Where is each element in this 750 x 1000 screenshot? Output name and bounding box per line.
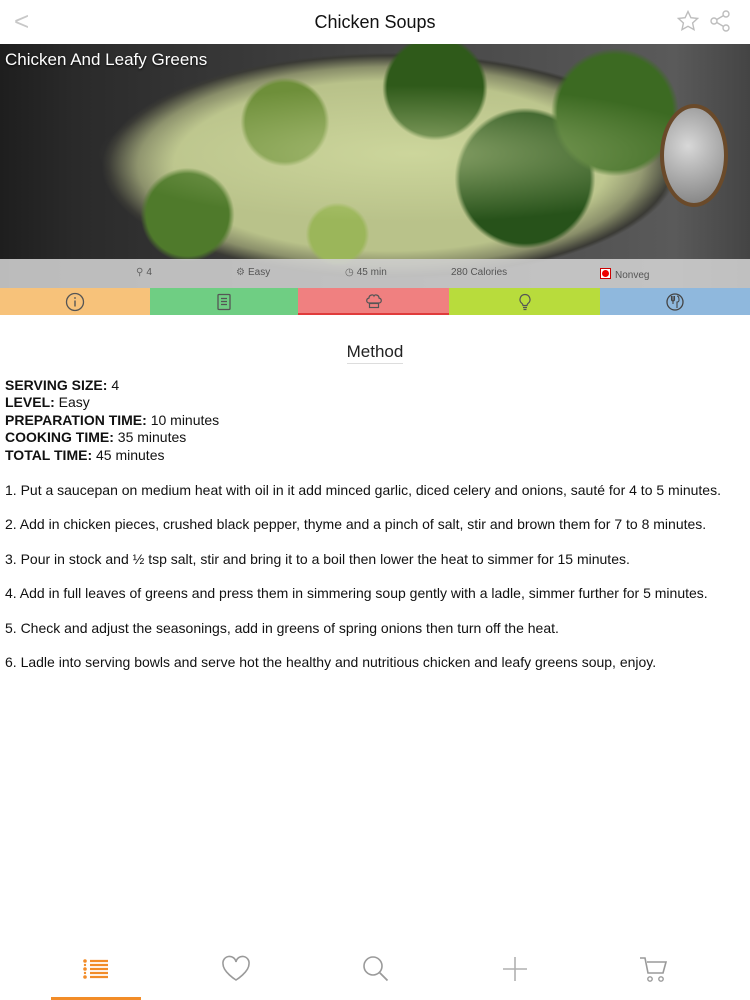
recipe-tabs (0, 288, 750, 315)
cook-time-label: COOKING TIME: (5, 429, 114, 446)
serving-size-value: 4 (107, 377, 120, 393)
method-step: 4. Add in full leaves of greens and pres… (5, 585, 708, 602)
level-value: Easy (247, 267, 271, 278)
list-icon (217, 293, 231, 310)
recipe-info-strip: ⚲ 4 ⚙ Easy ◷ 45 min 280 Calories Nonveg (0, 259, 750, 288)
level-line-value: Easy (54, 394, 90, 411)
method-heading: Method (5, 342, 745, 364)
heart-icon (222, 955, 250, 981)
search-icon (363, 956, 389, 982)
servings-value: 4 (146, 267, 152, 278)
tabbar-cart[interactable] (609, 952, 699, 1000)
calories-info: 280 Calories (451, 267, 507, 278)
tab-info[interactable] (0, 288, 150, 315)
cook-time-line: COOKING TIME: 35 minutes (5, 429, 745, 446)
tabbar-favorites[interactable] (191, 952, 281, 1000)
method-heading-text: Method (346, 342, 404, 364)
method-content: Method SERVING SIZE: 4 LEVEL: Easy PREPA… (5, 315, 745, 688)
clock-icon: ◷ (345, 267, 354, 278)
calories-value: 280 Calories (451, 267, 508, 278)
diet-value: Nonveg (615, 270, 650, 281)
cook-time-value: 35 minutes (113, 429, 187, 446)
bottom-tab-bar (0, 940, 750, 1000)
time-value: 45 min (356, 267, 387, 278)
navigation-bar: < Chicken Soups (0, 0, 750, 45)
nutrition-icon (666, 292, 684, 311)
servings-info: ⚲ 4 (136, 267, 152, 278)
prep-time-line: PREPARATION TIME: 10 minutes (5, 412, 745, 429)
level-icon: ⚙ (236, 267, 245, 278)
servings-icon: ⚲ (136, 267, 144, 278)
method-step: 3. Pour in stock and ½ tsp salt, stir an… (5, 550, 630, 567)
list-icon (83, 959, 108, 979)
tab-nutrition[interactable] (600, 288, 750, 315)
time-info: ◷ 45 min (345, 267, 387, 278)
method-step: 5. Check and adjust the seasonings, add … (5, 619, 559, 636)
recipe-photo: Chicken And Leafy Greens (0, 44, 750, 288)
star-icon[interactable] (676, 9, 700, 33)
total-time-label: TOTAL TIME: (5, 446, 93, 463)
nonveg-icon (600, 268, 611, 279)
method-steps: 1. Put a saucepan on medium heat with oi… (5, 482, 745, 671)
page-title: Chicken Soups (314, 12, 436, 32)
level-line: LEVEL: Easy (5, 394, 745, 411)
ladle-graphic (660, 104, 728, 207)
method-step: 6. Ladle into serving bowls and serve ho… (5, 654, 657, 671)
info-icon (65, 292, 85, 311)
tabbar-search[interactable] (330, 952, 420, 1000)
lightbulb-icon (518, 293, 531, 310)
prep-time-value: 10 minutes (146, 411, 220, 428)
tabbar-add[interactable] (470, 952, 560, 1000)
chef-hat-icon (365, 293, 382, 308)
recipe-title: Chicken And Leafy Greens (5, 50, 208, 69)
total-time-line: TOTAL TIME: 45 minutes (5, 447, 745, 464)
diet-info: Nonveg (600, 267, 649, 281)
tab-ingredients[interactable] (150, 288, 298, 315)
serving-size-line: SERVING SIZE: 4 (5, 377, 745, 394)
level-label: LEVEL: (5, 394, 55, 411)
tab-method[interactable] (298, 288, 449, 315)
method-step: 1. Put a saucepan on medium heat with oi… (5, 482, 721, 499)
share-icon[interactable] (708, 9, 732, 33)
total-time-value: 45 minutes (92, 446, 165, 463)
cart-icon (640, 957, 668, 982)
level-info: ⚙ Easy (236, 267, 270, 278)
prep-time-label: PREPARATION TIME: (5, 411, 147, 428)
tabbar-recipes[interactable] (51, 952, 141, 1000)
plus-icon (503, 957, 527, 981)
method-step: 2. Add in chicken pieces, crushed black … (5, 516, 707, 533)
tab-tips[interactable] (449, 288, 600, 315)
serving-size-label: SERVING SIZE: (5, 377, 108, 393)
